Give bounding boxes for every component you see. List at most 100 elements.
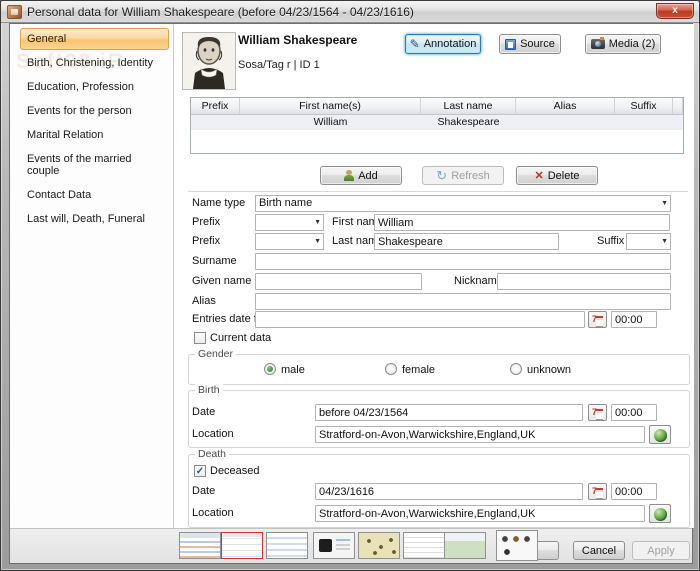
annotation-button[interactable]: ✎ Annotation bbox=[405, 34, 481, 54]
prefix1-select[interactable]: ▼ bbox=[255, 214, 324, 231]
birth-time-input[interactable] bbox=[611, 404, 657, 421]
thumbnail-map-view[interactable] bbox=[444, 532, 486, 559]
calendar-button[interactable]: 7 bbox=[588, 311, 607, 328]
add-button-label: Add bbox=[358, 170, 378, 182]
footer-bar: Cancel Apply bbox=[10, 528, 692, 563]
camera-icon bbox=[591, 39, 605, 49]
calendar-icon: 7 bbox=[592, 486, 597, 496]
death-legend: Death bbox=[195, 448, 229, 460]
add-button[interactable]: Add bbox=[320, 166, 402, 185]
entries-time-input[interactable] bbox=[611, 311, 657, 328]
check-icon: ✓ bbox=[196, 466, 204, 477]
chevron-down-icon: ▼ bbox=[314, 238, 321, 245]
col-last-name[interactable]: Last name bbox=[421, 98, 516, 114]
birth-location-input[interactable] bbox=[315, 426, 645, 443]
given-name-label: Given name bbox=[192, 275, 251, 287]
birth-date-input[interactable] bbox=[315, 404, 583, 421]
col-suffix[interactable]: Suffix bbox=[615, 98, 673, 114]
gender-unknown-radio[interactable] bbox=[510, 363, 522, 375]
col-filler bbox=[673, 98, 683, 114]
apply-button[interactable]: Apply bbox=[632, 541, 690, 560]
col-prefix[interactable]: Prefix bbox=[191, 98, 240, 114]
name-type-label: Name type bbox=[192, 197, 245, 209]
close-icon: x bbox=[672, 5, 678, 16]
prefix2-select[interactable]: ▼ bbox=[255, 233, 324, 250]
thumbnail-list-view[interactable] bbox=[266, 532, 308, 559]
media-button-label: Media (2) bbox=[609, 38, 655, 50]
nickname-input[interactable] bbox=[497, 273, 671, 290]
gender-female-label: female bbox=[402, 364, 435, 376]
alias-label: Alias bbox=[192, 295, 216, 307]
gender-male-radio[interactable] bbox=[264, 363, 276, 375]
cancel-button[interactable]: Cancel bbox=[573, 541, 625, 560]
birth-calendar-button[interactable]: 7 bbox=[588, 404, 607, 421]
sidebar-item-last-will-death-funeral[interactable]: Last will, Death, Funeral bbox=[20, 208, 169, 230]
surname-label: Surname bbox=[192, 255, 237, 267]
titlebar[interactable]: Personal data for William Shakespeare (b… bbox=[1, 1, 699, 23]
calendar-icon: 7 bbox=[592, 314, 597, 324]
table-row[interactable]: William Shakespeare bbox=[191, 115, 683, 130]
delete-icon: ✕ bbox=[534, 169, 543, 182]
death-date-input[interactable] bbox=[315, 483, 583, 500]
refresh-button[interactable]: ↻ Refresh bbox=[422, 166, 504, 185]
sidebar-item-events-married-couple[interactable]: Events of the married couple bbox=[20, 148, 169, 182]
suffix-select[interactable]: ▼ bbox=[626, 233, 671, 250]
names-table-header[interactable]: Prefix First name(s) Last name Alias Suf… bbox=[191, 98, 683, 115]
sidebar-item-marital-relation[interactable]: Marital Relation bbox=[20, 124, 169, 146]
gender-unknown-label: unknown bbox=[527, 364, 571, 376]
pencil-icon: ✎ bbox=[410, 37, 420, 51]
first-names-input[interactable] bbox=[374, 214, 670, 231]
add-person-icon bbox=[344, 170, 354, 181]
cell-alias bbox=[516, 115, 615, 130]
col-first-names[interactable]: First name(s) bbox=[240, 98, 421, 114]
person-name: William Shakespeare bbox=[238, 33, 357, 47]
gender-female-radio[interactable] bbox=[385, 363, 397, 375]
name-type-select[interactable]: Birth name ▼ bbox=[255, 195, 671, 212]
chevron-down-icon: ▼ bbox=[314, 219, 321, 226]
source-icon bbox=[505, 39, 516, 50]
thumbnail-media-view[interactable] bbox=[313, 532, 355, 559]
delete-button-label: Delete bbox=[548, 170, 580, 182]
thumbnail-table-view[interactable] bbox=[403, 532, 445, 559]
death-time-input[interactable] bbox=[611, 483, 657, 500]
death-globe-button[interactable] bbox=[649, 504, 671, 523]
thumbnail-personal-data-current[interactable] bbox=[221, 532, 263, 559]
alias-input[interactable] bbox=[255, 293, 671, 310]
surname-input[interactable] bbox=[255, 253, 671, 270]
current-data-label: Current data bbox=[210, 332, 271, 344]
birth-globe-button[interactable] bbox=[649, 425, 671, 444]
given-name-input[interactable] bbox=[255, 273, 422, 290]
birth-date-label: Date bbox=[192, 406, 215, 418]
client-area: General Birth, Christening, Identity Edu… bbox=[9, 23, 693, 564]
cell-suffix bbox=[615, 115, 673, 130]
death-location-input[interactable] bbox=[315, 505, 645, 522]
source-button[interactable]: Source bbox=[499, 34, 561, 54]
thumbnail-icons-view[interactable] bbox=[496, 530, 538, 561]
refresh-button-label: Refresh bbox=[451, 170, 490, 182]
annotation-button-label: Annotation bbox=[424, 38, 477, 50]
sidebar-item-general[interactable]: General bbox=[20, 28, 169, 50]
apply-button-label: Apply bbox=[647, 545, 675, 557]
sidebar-item-education-profession[interactable]: Education, Profession bbox=[20, 76, 169, 98]
chevron-down-icon: ▼ bbox=[661, 200, 668, 207]
thumbnail-tree-chart[interactable] bbox=[358, 532, 400, 559]
suffix-label: Suffix bbox=[597, 235, 624, 247]
source-button-label: Source bbox=[520, 38, 555, 50]
media-button[interactable]: Media (2) bbox=[585, 34, 661, 54]
sidebar-item-events-for-person[interactable]: Events for the person bbox=[20, 100, 169, 122]
entries-date-input[interactable] bbox=[255, 311, 585, 328]
deceased-checkbox[interactable]: ✓ bbox=[194, 465, 206, 477]
nickname-label: Nickname bbox=[454, 275, 503, 287]
shakespeare-portrait bbox=[183, 33, 235, 89]
death-calendar-button[interactable]: 7 bbox=[588, 483, 607, 500]
portrait-image bbox=[182, 32, 236, 90]
last-name-input[interactable] bbox=[374, 233, 559, 250]
col-alias[interactable]: Alias bbox=[516, 98, 615, 114]
delete-button[interactable]: ✕ Delete bbox=[516, 166, 598, 185]
name-type-value: Birth name bbox=[259, 197, 312, 209]
thumbnail-overview[interactable] bbox=[179, 532, 221, 559]
sidebar-item-contact-data[interactable]: Contact Data bbox=[20, 184, 169, 206]
sidebar-item-birth-christening-identity[interactable]: Birth, Christening, Identity bbox=[20, 52, 169, 74]
current-data-checkbox[interactable] bbox=[194, 332, 206, 344]
close-button[interactable]: x bbox=[656, 3, 694, 19]
